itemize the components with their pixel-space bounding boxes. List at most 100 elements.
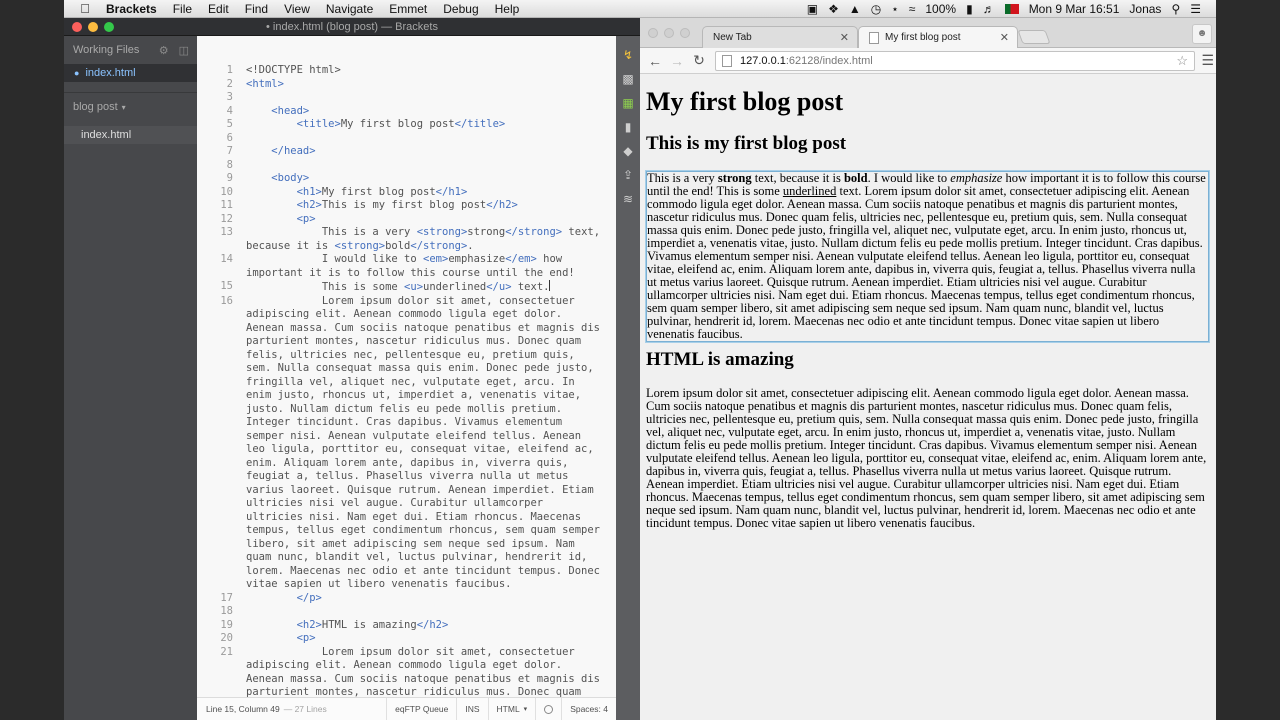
volume-icon[interactable]: ♬ [978, 2, 1000, 16]
menu-app-name[interactable]: Brackets [98, 2, 165, 16]
new-tab-button[interactable] [1017, 30, 1051, 44]
code-text[interactable]: Lorem ipsum dolor sit amet, consectetuer… [233, 646, 603, 698]
code-text[interactable] [233, 159, 603, 173]
back-arrow-icon[interactable]: ← [644, 53, 666, 69]
menu-help[interactable]: Help [487, 2, 528, 16]
menu-edit[interactable]: Edit [200, 2, 237, 16]
working-file-item[interactable]: ● index.html [64, 64, 197, 82]
input-flag-icon[interactable] [1000, 2, 1024, 16]
code-line[interactable]: 13 This is a very <strong>strong</strong… [197, 226, 616, 253]
bookmark-star-icon[interactable]: ☆ [1176, 53, 1194, 69]
tab-my-first-blog-post[interactable]: My first blog post ✕ [858, 26, 1018, 48]
project-dropdown[interactable]: blog post ▾ [64, 94, 197, 120]
indent-setting[interactable]: Spaces: 4 [561, 697, 616, 720]
code-line[interactable]: 3 [197, 91, 616, 105]
code-text[interactable]: <!DOCTYPE html> [233, 64, 603, 78]
zoom-window-button[interactable] [104, 22, 114, 32]
clock[interactable]: Mon 9 Mar 16:51 [1024, 2, 1125, 16]
close-icon[interactable]: ✕ [1000, 31, 1009, 44]
dropbox-icon[interactable]: ❖ [823, 2, 844, 16]
code-text[interactable]: </head> [233, 145, 603, 159]
camera-icon[interactable]: ▣ [802, 2, 823, 16]
profile-icon[interactable]: ☻ [1192, 24, 1212, 44]
apple-icon[interactable]:  [72, 1, 98, 16]
code-line[interactable]: 1 <!DOCTYPE html> [197, 64, 616, 78]
code-text[interactable]: <html> [233, 78, 603, 92]
code-line[interactable]: 12 <p> [197, 213, 616, 227]
code-text[interactable]: <body> [233, 172, 603, 186]
code-text[interactable]: <h1>My first blog post</h1> [233, 186, 603, 200]
code-editor[interactable]: 1 <!DOCTYPE html> 2 <html> 3 4 <head> 5 <titl… [197, 36, 616, 697]
code-text[interactable]: This is a very <strong>strong</strong> t… [233, 226, 603, 253]
zoom-window-button[interactable] [680, 28, 690, 38]
code-line[interactable]: 5 <title>My first blog post</title> [197, 118, 616, 132]
code-line[interactable]: 21 Lorem ipsum dolor sit amet, consectet… [197, 646, 616, 698]
reload-icon[interactable]: ↻ [688, 52, 710, 69]
code-text[interactable]: <title>My first blog post</title> [233, 118, 603, 132]
insert-mode-toggle[interactable]: INS [456, 697, 487, 720]
forward-arrow-icon[interactable]: → [666, 53, 688, 69]
gear-icon[interactable]: ⚙ [159, 44, 169, 57]
code-line[interactable]: 20 <p> [197, 632, 616, 646]
time-machine-icon[interactable]: ◷ [866, 2, 886, 16]
drive-icon[interactable]: ▲ [844, 2, 866, 16]
code-line[interactable]: 18 [197, 605, 616, 619]
code-text[interactable]: </p> [233, 592, 603, 606]
menu-navigate[interactable]: Navigate [318, 2, 381, 16]
code-text[interactable]: <p> [233, 632, 603, 646]
code-line[interactable]: 19 <h2>HTML is amazing</h2> [197, 619, 616, 633]
language-select[interactable]: HTML ▾ [487, 697, 536, 720]
code-line[interactable]: 10 <h1>My first blog post</h1> [197, 186, 616, 200]
menu-file[interactable]: File [165, 2, 200, 16]
code-line[interactable]: 11 <h2>This is my first blog post</h2> [197, 199, 616, 213]
code-line[interactable]: 9 <body> [197, 172, 616, 186]
split-view-icon[interactable]: ◫ [179, 44, 189, 57]
ftp-upload-icon[interactable]: ⇪ [620, 168, 636, 182]
close-window-button[interactable] [72, 22, 82, 32]
wifi-icon[interactable]: ≈ [904, 2, 921, 16]
code-line[interactable]: 4 <head> [197, 105, 616, 119]
menu-debug[interactable]: Debug [435, 2, 486, 16]
search-icon[interactable]: ⚲ [1166, 2, 1185, 16]
code-line[interactable]: 14 I would like to <em>emphasize</em> ho… [197, 253, 616, 280]
code-line[interactable]: 16 Lorem ipsum dolor sit amet, consectet… [197, 295, 616, 592]
code-line[interactable]: 2 <html> [197, 78, 616, 92]
project-file-item[interactable]: index.html [64, 126, 197, 144]
code-text[interactable]: <h2>This is my first blog post</h2> [233, 199, 603, 213]
code-text[interactable]: I would like to <em>emphasize</em> how i… [233, 253, 603, 280]
battery-level[interactable]: 100% [920, 2, 961, 16]
tab-new-tab[interactable]: New Tab ✕ [702, 26, 858, 48]
code-lines[interactable]: 1 <!DOCTYPE html> 2 <html> 3 4 <head> 5 <titl… [197, 64, 616, 697]
ftp-queue-button[interactable]: eqFTP Queue [386, 697, 456, 720]
menu-view[interactable]: View [276, 2, 318, 16]
code-line[interactable]: 17 </p> [197, 592, 616, 606]
code-line[interactable]: 7 </head> [197, 145, 616, 159]
code-text[interactable]: This is some <u>underlined</u> text. [233, 280, 603, 295]
code-text[interactable]: <h2>HTML is amazing</h2> [233, 619, 603, 633]
battery-icon[interactable]: ▮ [961, 2, 978, 16]
close-window-button[interactable] [648, 28, 658, 38]
code-text[interactable]: <head> [233, 105, 603, 119]
linter-status[interactable] [535, 697, 561, 720]
hamburger-menu-icon[interactable]: ☰ [1201, 52, 1214, 69]
code-text[interactable]: <p> [233, 213, 603, 227]
extension-manager-icon[interactable]: ▩ [620, 72, 636, 86]
bluetooth-icon[interactable]: ⋆ [886, 2, 904, 16]
code-line[interactable]: 8 [197, 159, 616, 173]
folder-icon[interactable]: ▮ [620, 120, 636, 134]
code-line[interactable]: 15 This is some <u>underlined</u> text. [197, 280, 616, 295]
menu-emmet[interactable]: Emmet [381, 2, 435, 16]
notification-center-icon[interactable]: ☰ [1185, 2, 1206, 16]
address-bar[interactable]: 127.0.0.1:62128/index.html ☆ [715, 51, 1195, 71]
git-icon[interactable]: ◆ [620, 144, 636, 158]
minimize-window-button[interactable] [664, 28, 674, 38]
close-icon[interactable]: ✕ [840, 31, 849, 44]
code-text[interactable] [233, 91, 603, 105]
user-name[interactable]: Jonas [1124, 2, 1166, 16]
layers-icon[interactable]: ≋ [620, 192, 636, 206]
code-line[interactable]: 6 [197, 132, 616, 146]
code-text[interactable]: Lorem ipsum dolor sit amet, consectetuer… [233, 295, 603, 592]
live-preview-icon[interactable]: ↯ [620, 48, 636, 62]
extension-puzzle-icon[interactable]: ▦ [620, 96, 636, 110]
code-text[interactable] [233, 605, 603, 619]
